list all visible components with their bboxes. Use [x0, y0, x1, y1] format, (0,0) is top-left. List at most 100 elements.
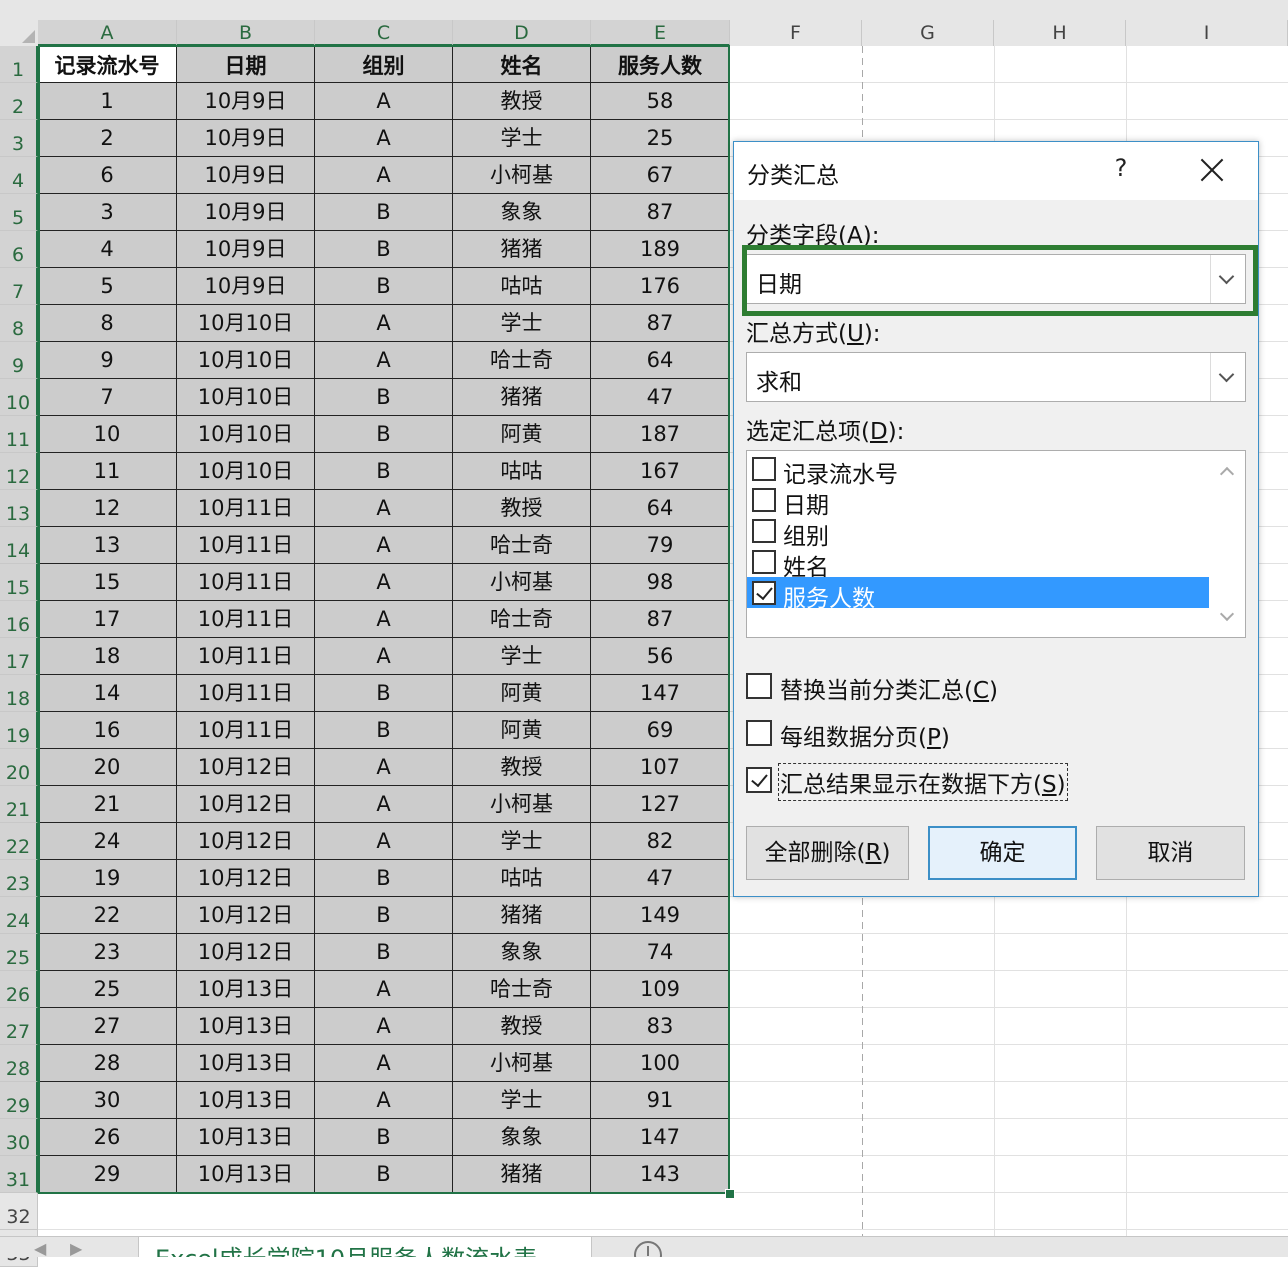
row-header-8[interactable]: 8 [0, 305, 38, 342]
table-cell[interactable]: 猪猪 [453, 1156, 591, 1193]
table-cell[interactable]: 10月11日 [177, 490, 315, 527]
table-cell[interactable]: 10月9日 [177, 157, 315, 194]
table-cell[interactable]: A [315, 638, 453, 675]
table-cell[interactable]: 10月13日 [177, 1008, 315, 1045]
row-header-20[interactable]: 20 [0, 749, 38, 786]
remove-all-button[interactable]: 全部删除(R) [746, 826, 909, 880]
table-cell[interactable]: 127 [591, 786, 730, 823]
table-cell[interactable]: 47 [591, 860, 730, 897]
table-cell[interactable]: A [315, 342, 453, 379]
tab-next-icon[interactable]: ▶ [70, 1239, 82, 1257]
table-cell[interactable]: 58 [591, 83, 730, 120]
table-cell[interactable]: 87 [591, 601, 730, 638]
table-cell[interactable]: 10月11日 [177, 527, 315, 564]
table-cell[interactable]: 74 [591, 934, 730, 971]
column-header-a[interactable]: A [38, 20, 177, 46]
table-cell[interactable]: 22 [38, 897, 177, 934]
table-cell[interactable]: 87 [591, 305, 730, 342]
table-cell[interactable]: 10 [38, 416, 177, 453]
table-cell[interactable]: 小柯基 [453, 564, 591, 601]
row-header-22[interactable]: 22 [0, 823, 38, 860]
tab-prev-icon[interactable]: ◀ [34, 1239, 46, 1257]
table-cell[interactable]: 10月13日 [177, 1045, 315, 1082]
table-cell[interactable]: 26 [38, 1119, 177, 1156]
table-cell[interactable]: 10月12日 [177, 897, 315, 934]
table-cell[interactable]: 7 [38, 379, 177, 416]
row-header-12[interactable]: 12 [0, 453, 38, 490]
table-cell[interactable]: 哈士奇 [453, 601, 591, 638]
table-cell[interactable]: 16 [38, 712, 177, 749]
subtotal-items-list[interactable]: 记录流水号 日期 组别 姓名 服务人数 [746, 450, 1246, 638]
table-cell[interactable]: A [315, 601, 453, 638]
checkbox[interactable] [752, 488, 776, 512]
table-cell[interactable]: 107 [591, 749, 730, 786]
table-cell[interactable]: 学士 [453, 305, 591, 342]
table-cell[interactable]: 3 [38, 194, 177, 231]
table-cell[interactable]: B [315, 1156, 453, 1193]
table-cell[interactable]: 小柯基 [453, 786, 591, 823]
list-item[interactable]: 记录流水号 [747, 453, 1209, 488]
list-item[interactable]: 组别 [747, 515, 1209, 550]
row-header-14[interactable]: 14 [0, 527, 38, 564]
table-cell[interactable]: 11 [38, 453, 177, 490]
table-cell[interactable]: 10月9日 [177, 194, 315, 231]
table-cell[interactable]: B [315, 379, 453, 416]
header-cell[interactable]: 服务人数 [591, 46, 730, 83]
table-cell[interactable]: 17 [38, 601, 177, 638]
row-header-13[interactable]: 13 [0, 490, 38, 527]
table-cell[interactable]: 24 [38, 823, 177, 860]
table-cell[interactable]: B [315, 231, 453, 268]
table-cell[interactable]: 1 [38, 83, 177, 120]
table-cell[interactable]: 教授 [453, 83, 591, 120]
row-header-23[interactable]: 23 [0, 860, 38, 897]
table-cell[interactable]: 12 [38, 490, 177, 527]
table-cell[interactable]: 10月10日 [177, 305, 315, 342]
row-header-1[interactable]: 1 [0, 46, 38, 83]
table-cell[interactable]: 10月10日 [177, 342, 315, 379]
header-cell[interactable]: 姓名 [453, 46, 591, 83]
table-cell[interactable]: B [315, 675, 453, 712]
table-cell[interactable]: B [315, 194, 453, 231]
row-header-24[interactable]: 24 [0, 897, 38, 934]
table-cell[interactable]: 小柯基 [453, 157, 591, 194]
table-cell[interactable]: 8 [38, 305, 177, 342]
table-cell[interactable]: 25 [591, 120, 730, 157]
table-cell[interactable]: 67 [591, 157, 730, 194]
option-checkbox[interactable]: 汇总结果显示在数据下方(S) [746, 763, 1146, 801]
row-header-18[interactable]: 18 [0, 675, 38, 712]
row-header-31[interactable]: 31 [0, 1156, 38, 1193]
table-cell[interactable]: A [315, 1008, 453, 1045]
header-cell[interactable]: 组别 [315, 46, 453, 83]
table-cell[interactable]: 咕咕 [453, 860, 591, 897]
table-cell[interactable]: 教授 [453, 1008, 591, 1045]
method-select[interactable]: 求和 [746, 352, 1246, 402]
row-header-10[interactable]: 10 [0, 379, 38, 416]
table-cell[interactable]: 象象 [453, 194, 591, 231]
row-header-29[interactable]: 29 [0, 1082, 38, 1119]
table-cell[interactable]: 29 [38, 1156, 177, 1193]
table-cell[interactable]: 小柯基 [453, 1045, 591, 1082]
row-header-15[interactable]: 15 [0, 564, 38, 601]
table-cell[interactable]: 咕咕 [453, 268, 591, 305]
table-cell[interactable]: 10月11日 [177, 675, 315, 712]
table-cell[interactable]: 82 [591, 823, 730, 860]
table-cell[interactable]: 13 [38, 527, 177, 564]
table-cell[interactable]: 猪猪 [453, 897, 591, 934]
table-cell[interactable]: A [315, 1082, 453, 1119]
list-item[interactable]: 服务人数 [747, 577, 1209, 612]
table-cell[interactable]: 6 [38, 157, 177, 194]
table-cell[interactable]: B [315, 934, 453, 971]
table-cell[interactable]: 10月13日 [177, 971, 315, 1008]
column-header-b[interactable]: B [177, 20, 315, 46]
column-header-h[interactable]: H [994, 20, 1126, 46]
table-cell[interactable]: 187 [591, 416, 730, 453]
table-cell[interactable]: 100 [591, 1045, 730, 1082]
table-cell[interactable]: 18 [38, 638, 177, 675]
ok-button[interactable]: 确定 [928, 826, 1077, 880]
table-cell[interactable]: 10月11日 [177, 601, 315, 638]
row-header-5[interactable]: 5 [0, 194, 38, 231]
table-cell[interactable]: 98 [591, 564, 730, 601]
table-cell[interactable]: 19 [38, 860, 177, 897]
table-cell[interactable]: 167 [591, 453, 730, 490]
table-cell[interactable]: 79 [591, 527, 730, 564]
